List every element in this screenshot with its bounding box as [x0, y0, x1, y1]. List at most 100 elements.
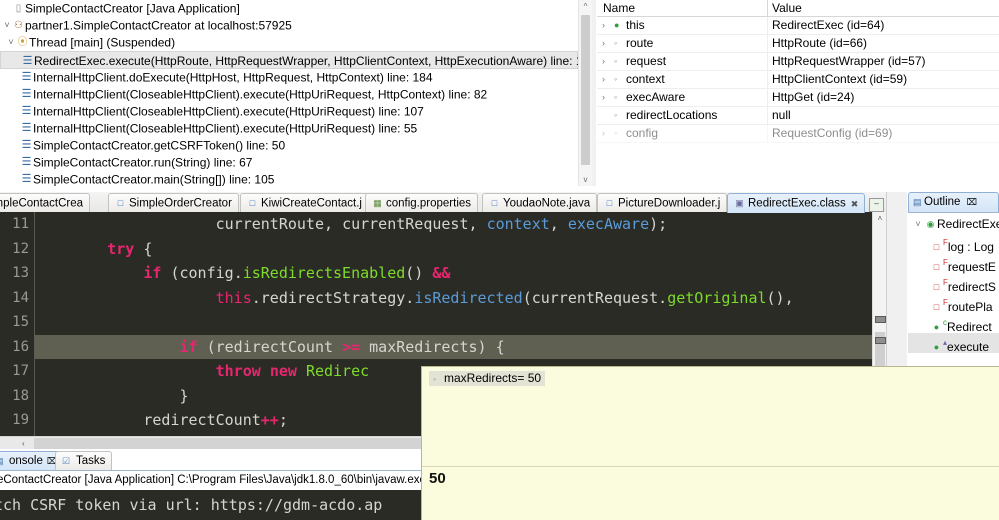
outline-row-field[interactable]: □ FredirectS: [908, 273, 999, 294]
field-icon: ◦: [433, 374, 437, 384]
editor-tab-simpleordercreator[interactable]: □ SimpleOrderCreator: [108, 193, 239, 213]
expand-twisty-icon[interactable]: ›: [602, 17, 611, 34]
debug-tree-row-selected[interactable]: ☰ RedirectExec.execute(HttpRoute, HttpReq…: [0, 51, 592, 69]
column-divider: [767, 125, 768, 142]
variable-row[interactable]: › ● this RedirectExec (id=64): [597, 17, 999, 35]
code-token: (: [161, 264, 180, 282]
code-token: redirectStrategy: [260, 288, 406, 307]
outline-row-field[interactable]: □ Flog : Log: [908, 233, 999, 254]
scroll-up-arrow-icon[interactable]: ^: [579, 0, 592, 13]
outline-row-field[interactable]: □ FrequestE: [908, 253, 999, 274]
editor-tab-bar: □impleContactCrea □SimpleOrderCreator □K…: [0, 192, 906, 213]
variable-row[interactable]: ◦ redirectLocations null: [597, 107, 999, 125]
editor-tab-youdaonote[interactable]: □ YoudaoNote.java: [482, 193, 598, 213]
column-divider[interactable]: [767, 0, 768, 16]
code-line-current[interactable]: if (redirectCount >= maxRedirects) {: [35, 334, 872, 359]
debug-tree-row[interactable]: ☰ SimpleContactCreator.getCSRFToken() lin…: [0, 137, 578, 154]
column-divider: [767, 107, 768, 124]
editor-tab-label: RedirectExec.class: [748, 197, 846, 210]
column-divider: [767, 17, 768, 34]
outline-row-field[interactable]: □ FroutePla: [908, 293, 999, 314]
minimize-button[interactable]: –: [869, 198, 884, 212]
outline-label: redirectS: [947, 279, 996, 294]
code-token: maxRedirects: [369, 337, 478, 356]
outline-row-class[interactable]: ˅ ◉ RedirectExe: [908, 213, 999, 233]
code-line[interactable]: [35, 310, 872, 335]
outline-icon: ▤: [913, 197, 922, 207]
close-icon[interactable]: ⌧: [967, 197, 977, 207]
expand-twisty-icon[interactable]: ˅: [912, 214, 924, 234]
tab-tasks[interactable]: ☑ Tasks: [55, 451, 113, 471]
debug-hover-popup[interactable]: ◦ maxRedirects= 50 50: [421, 366, 999, 520]
thread-icon: ⦿: [17, 37, 28, 49]
stack-frame-icon: ☰: [21, 156, 32, 169]
variable-row[interactable]: › ◦ config RequestConfig (id=69): [597, 125, 999, 143]
top-area: ▯ SimpleContactCreator [Java Application]…: [0, 0, 999, 190]
debug-panel: ▯ SimpleContactCreator [Java Application]…: [0, 0, 592, 186]
editor-tab-picturedownloader[interactable]: □ PictureDownloader.j: [597, 193, 728, 213]
debug-tree-row[interactable]: ☰ InternalHttpClient(CloseableHttpClient)…: [0, 103, 578, 120]
code-token: .: [233, 264, 243, 282]
expand-twisty-icon[interactable]: ˅: [2, 17, 12, 34]
close-icon[interactable]: ✖: [851, 199, 859, 209]
debug-tree-row[interactable]: ˅ ⚇ partner1.SimpleContactCreator at local…: [0, 17, 578, 34]
code-line[interactable]: try {: [35, 237, 872, 262]
editor-tab-redirectexec-class[interactable]: ▣ RedirectExec.class ✖: [727, 193, 866, 213]
editor-tab-kiwicreatecontact[interactable]: □ KiwiCreateContact.j: [240, 193, 369, 213]
variable-name: config: [626, 126, 659, 140]
code-line[interactable]: if (config.isRedirectsEnabled() &&: [35, 261, 872, 286]
expand-twisty-icon[interactable]: ›: [602, 53, 611, 70]
code-token: if: [143, 264, 162, 282]
variable-row[interactable]: › ◦ execAware HttpGet (id=24): [597, 89, 999, 107]
debug-tree-row[interactable]: ☰ InternalHttpClient(CloseableHttpClient)…: [0, 120, 578, 137]
debug-tree-row[interactable]: ☰ InternalHttpClient(CloseableHttpClient)…: [0, 86, 578, 103]
tab-outline[interactable]: ▤ Outline ⌧: [908, 192, 999, 212]
debug-tree-row[interactable]: ☰ InternalHttpClient.doExecute(HttpHost, …: [0, 69, 578, 86]
editor-tab-label: config.properties: [386, 197, 472, 210]
column-header-value[interactable]: Value: [772, 0, 802, 16]
class-file-icon: ▣: [735, 198, 744, 208]
outline-row-method-selected[interactable]: ● ▴execute: [908, 333, 999, 354]
code-token: ,: [468, 215, 487, 233]
debug-tree-row[interactable]: ☰ SimpleContactCreator.run(String) line: …: [0, 154, 578, 171]
stack-frame-icon: ☰: [21, 139, 32, 152]
process-icon: ⚇: [14, 20, 23, 32]
expand-twisty-icon[interactable]: ˅: [6, 34, 16, 51]
code-token: {: [134, 239, 153, 258]
editor-tab-config-properties[interactable]: ▦ config.properties: [365, 193, 479, 213]
debug-tree-row[interactable]: ☰ SimpleContactCreator.main(String[]) lin…: [0, 171, 578, 186]
code-token: try: [107, 239, 135, 258]
scrollbar-thumb[interactable]: [581, 15, 590, 165]
java-file-icon: □: [117, 198, 124, 208]
console-tab-label: onsole: [9, 455, 43, 467]
scroll-up-arrow-icon[interactable]: ˄: [873, 212, 887, 226]
editor-tab-simplecontactcreator[interactable]: □impleContactCrea: [0, 193, 91, 213]
panel-splitter[interactable]: [592, 0, 596, 186]
line-number: 19: [12, 412, 29, 428]
expand-twisty-icon[interactable]: ›: [602, 89, 611, 106]
code-token: .: [251, 288, 261, 307]
line-number: 15: [12, 314, 29, 330]
overview-marker-icon[interactable]: [875, 316, 886, 323]
method-icon: ●: [933, 342, 940, 352]
scroll-down-arrow-icon[interactable]: v: [579, 173, 592, 186]
expand-twisty-icon[interactable]: ›: [602, 35, 611, 52]
expand-twisty-icon[interactable]: ›: [602, 71, 611, 88]
expand-twisty-icon[interactable]: ›: [602, 125, 611, 142]
outline-row-constructor[interactable]: ● cRedirect: [908, 313, 999, 334]
debug-tree-row[interactable]: ˅ ⦿ Thread [main] (Suspended): [0, 34, 578, 51]
overview-marker-icon[interactable]: [875, 337, 886, 344]
outline-label: routePla: [947, 299, 993, 314]
variables-header: Name Value: [597, 0, 999, 17]
code-line[interactable]: this.redirectStrategy.isRedirected(curre…: [35, 286, 872, 311]
debug-tree-scrollbar[interactable]: ^ v: [578, 0, 592, 186]
code-line[interactable]: currentRoute, currentRequest, context, e…: [35, 212, 872, 237]
variable-row[interactable]: › ◦ request HttpRequestWrapper (id=57): [597, 53, 999, 71]
variable-row[interactable]: › ◦ route HttpRoute (id=66): [597, 35, 999, 53]
popup-variable-entry[interactable]: ◦ maxRedirects= 50: [429, 371, 546, 386]
debug-tree-row[interactable]: ▯ SimpleContactCreator [Java Application]: [0, 0, 578, 17]
variable-row[interactable]: › ◦ context HttpClientContext (id=59): [597, 71, 999, 89]
column-header-name[interactable]: Name: [603, 0, 635, 16]
